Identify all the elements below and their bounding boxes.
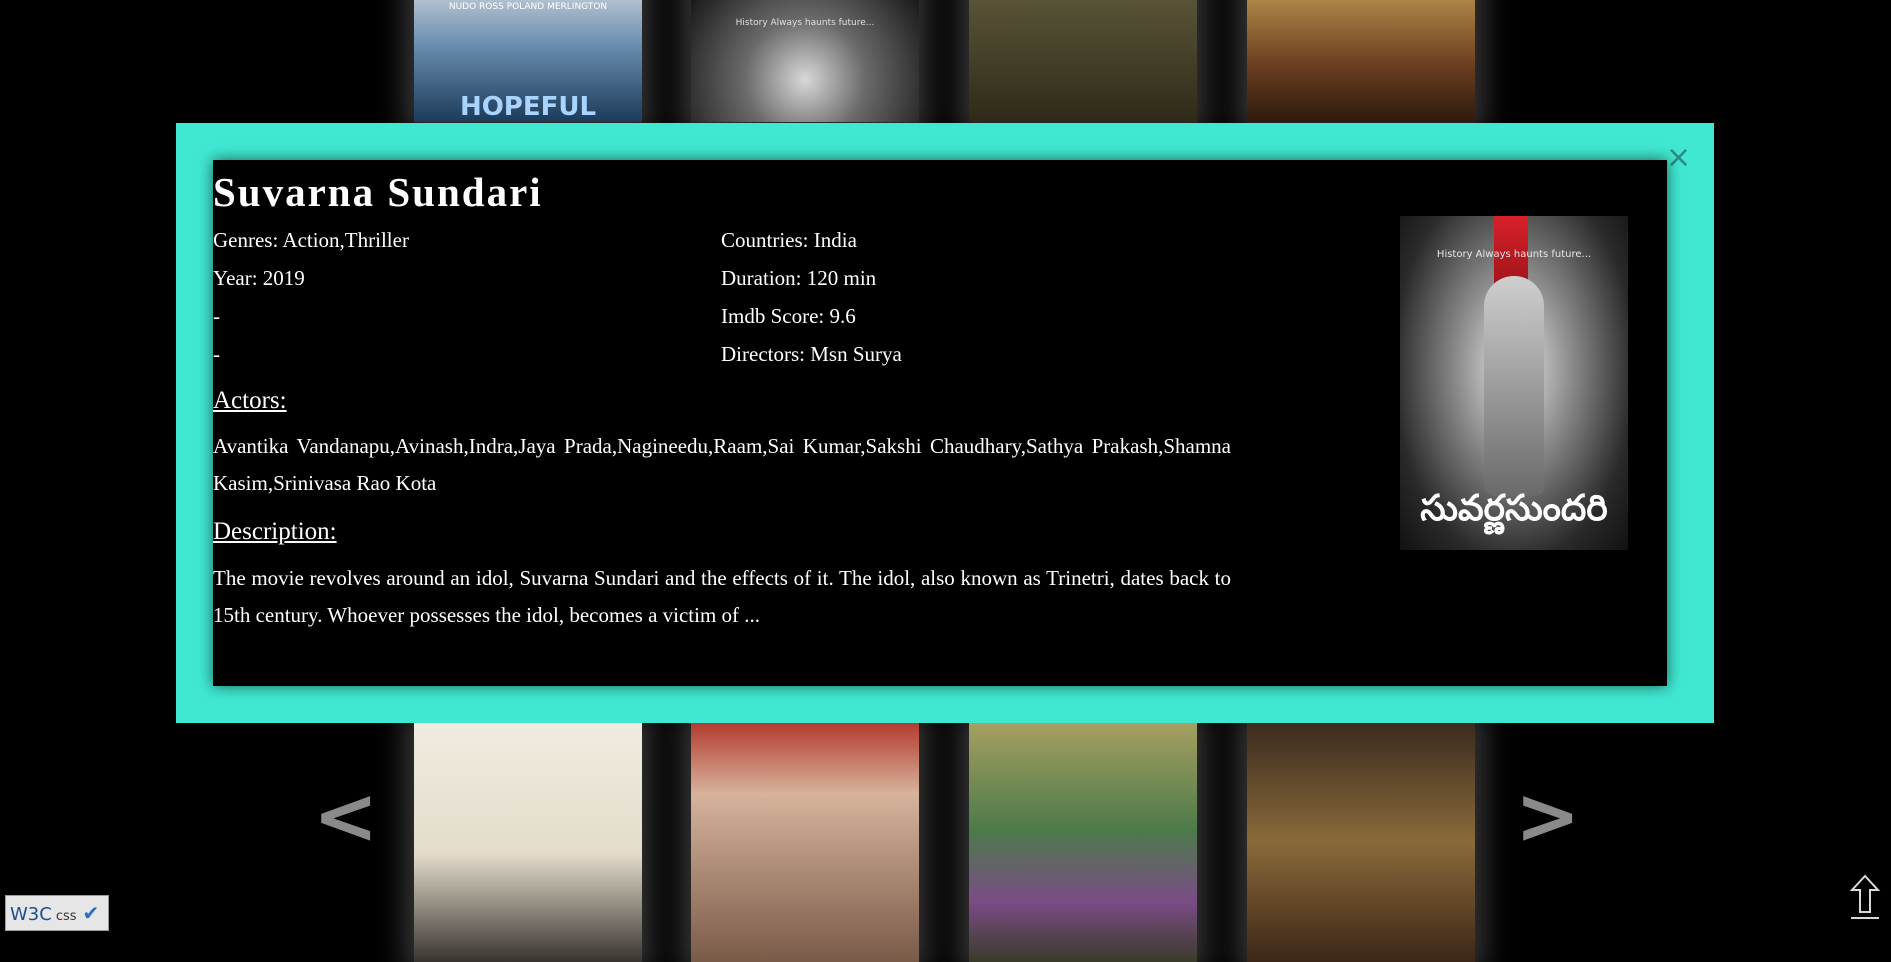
poster-idol-figure [1484, 276, 1544, 496]
movie-poster[interactable] [1247, 0, 1475, 122]
movie-poster[interactable] [969, 722, 1197, 962]
checkmark-icon: ✔ [82, 901, 100, 925]
movie-poster[interactable] [1247, 722, 1475, 962]
genres-text: Genres: Action,Thriller [213, 228, 409, 252]
prev-arrow-button[interactable]: < [313, 778, 378, 856]
year-text: Year: 2019 [213, 266, 305, 290]
directors-text: Directors: Msn Surya [721, 342, 902, 366]
imdb-score-text: Imdb Score: 9.6 [721, 304, 856, 328]
countries-text: Countries: India [721, 228, 857, 252]
poster-title: సువర్ణసుందరి [1420, 488, 1608, 529]
movie-detail-modal: × Suvarna Sundari Genres: Action,Thrille… [176, 123, 1714, 723]
poster-art [969, 0, 1197, 122]
movie-poster-image: History Always haunts future... సువర్ణసు… [1400, 216, 1628, 550]
duration-text: Duration: 120 min [721, 266, 877, 290]
poster-credits: History Always haunts future... [735, 18, 875, 28]
poster-art: NUDO ROSS POLAND MERLINGTON HOPEFUL [414, 0, 642, 122]
back-to-top-button[interactable] [1848, 872, 1882, 922]
actors-list: Avantika Vandanapu,Avinash,Indra,Jaya Pr… [213, 434, 1231, 495]
poster-tagline: History Always haunts future... [1436, 249, 1592, 260]
info-column-right: Countries: India Duration: 120 min Imdb … [721, 225, 902, 377]
poster-art [969, 722, 1197, 962]
movie-poster[interactable]: History Always haunts future... [691, 0, 919, 122]
movie-poster[interactable]: NUDO ROSS POLAND MERLINGTON HOPEFUL [414, 0, 642, 122]
modal-content: Suvarna Sundari Genres: Action,Thriller … [213, 160, 1667, 686]
poster-art [414, 722, 642, 962]
poster-art [691, 722, 919, 962]
description-text: The movie revolves around an idol, Suvar… [213, 566, 1231, 627]
poster-caption: HOPEFUL [459, 92, 597, 122]
info-column-left: Genres: Action,Thriller Year: 2019 - - [213, 225, 409, 377]
poster-art [1247, 722, 1475, 962]
poster-credits: NUDO ROSS POLAND MERLINGTON [448, 2, 608, 12]
movie-title: Suvarna Sundari [213, 169, 543, 215]
close-button[interactable]: × [1666, 143, 1691, 173]
placeholder-text: - [213, 304, 220, 328]
movie-poster[interactable] [969, 0, 1197, 122]
poster-art [1247, 0, 1475, 122]
poster-art: History Always haunts future... [691, 0, 919, 122]
movie-poster[interactable] [691, 722, 919, 962]
next-arrow-button[interactable]: > [1515, 778, 1580, 856]
actors-heading: Actors: [213, 387, 287, 414]
css-label: css [55, 909, 77, 924]
w3c-logo: W3C [10, 904, 52, 925]
placeholder-text: - [213, 342, 220, 366]
movie-poster[interactable] [414, 722, 642, 962]
w3c-css-badge[interactable]: W3C css ✔ [5, 895, 109, 931]
up-arrow-icon [1849, 874, 1881, 919]
description-heading: Description: [213, 518, 337, 545]
